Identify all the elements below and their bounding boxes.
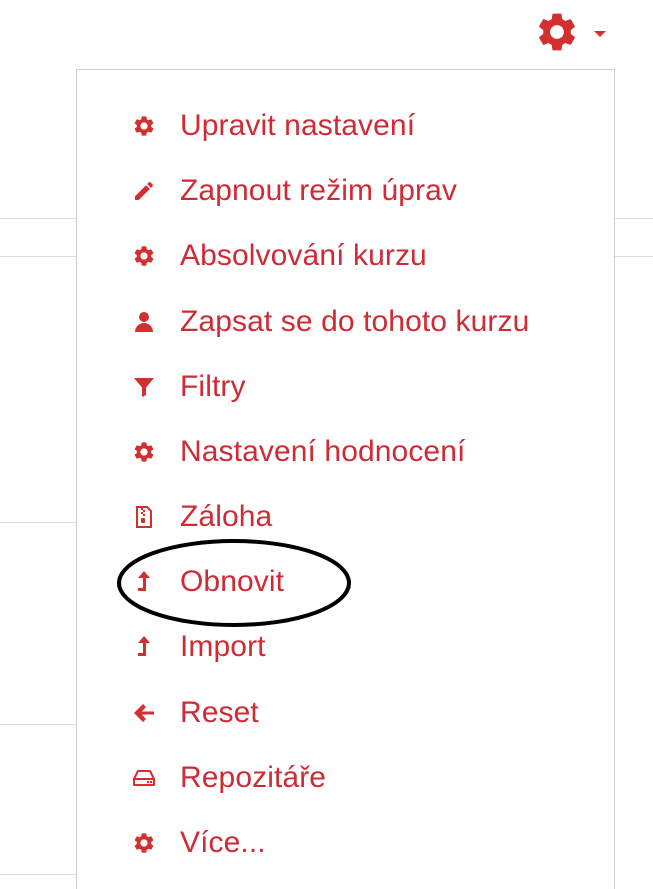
- gear-icon: [131, 830, 157, 856]
- gear-icon: [539, 13, 575, 51]
- menu-item-label: Více...: [180, 826, 266, 859]
- gear-icon: [131, 243, 157, 269]
- menu-item-filtry[interactable]: Filtry: [131, 365, 246, 409]
- caret-down-icon: [594, 31, 606, 37]
- background-divider: [615, 218, 653, 219]
- menu-item-repozitare[interactable]: Repozitáře: [131, 756, 326, 800]
- menu-item-upravit-nastaveni[interactable]: Upravit nastavení: [131, 104, 415, 148]
- gear-icon: [131, 113, 157, 139]
- menu-item-zaloha[interactable]: Záloha: [131, 495, 272, 539]
- menu-item-label: Záloha: [180, 500, 273, 533]
- background-divider: [0, 218, 76, 219]
- menu-item-absolvovani-kurzu[interactable]: Absolvování kurzu: [131, 234, 427, 278]
- course-actions-toggle[interactable]: [534, 8, 624, 56]
- menu-item-obnovit[interactable]: Obnovit: [131, 560, 284, 604]
- arrow-left-icon: [131, 700, 157, 726]
- gear-icon: [131, 439, 157, 465]
- menu-item-label: Zapnout režim úprav: [180, 174, 458, 207]
- menu-item-label: Absolvování kurzu: [180, 239, 427, 272]
- menu-item-nastaveni-hodnoceni[interactable]: Nastavení hodnocení: [131, 430, 465, 474]
- course-actions-menu: Upravit nastavení Zapnout režim úprav Ab…: [76, 69, 615, 889]
- level-up-icon: [131, 569, 157, 595]
- pencil-icon: [131, 178, 157, 204]
- background-divider: [615, 256, 653, 257]
- hdd-icon: [131, 765, 157, 791]
- menu-item-label: Nastavení hodnocení: [180, 435, 466, 468]
- menu-item-label: Zapsat se do tohoto kurzu: [180, 305, 530, 338]
- menu-item-label: Filtry: [180, 370, 246, 403]
- page: Upravit nastavení Zapnout režim úprav Ab…: [0, 0, 653, 889]
- menu-item-label: Import: [180, 630, 266, 663]
- menu-item-label: Repozitáře: [180, 761, 327, 794]
- background-divider: [0, 724, 76, 725]
- menu-item-zapnout-rezim-uprav[interactable]: Zapnout režim úprav: [131, 169, 457, 213]
- menu-item-label: Reset: [180, 696, 259, 729]
- user-icon: [131, 309, 157, 335]
- menu-item-reset[interactable]: Reset: [131, 691, 259, 735]
- menu-item-import[interactable]: Import: [131, 625, 266, 669]
- background-divider: [0, 256, 76, 257]
- menu-item-vice[interactable]: Více...: [131, 821, 266, 865]
- level-up-icon: [131, 634, 157, 660]
- background-divider: [0, 874, 76, 875]
- menu-item-label: Upravit nastavení: [180, 109, 416, 142]
- menu-item-label: Obnovit: [180, 565, 285, 598]
- background-divider: [0, 522, 76, 523]
- file-archive-icon: [131, 504, 157, 530]
- menu-item-zapsat-se[interactable]: Zapsat se do tohoto kurzu: [131, 300, 529, 344]
- filter-icon: [131, 374, 157, 400]
